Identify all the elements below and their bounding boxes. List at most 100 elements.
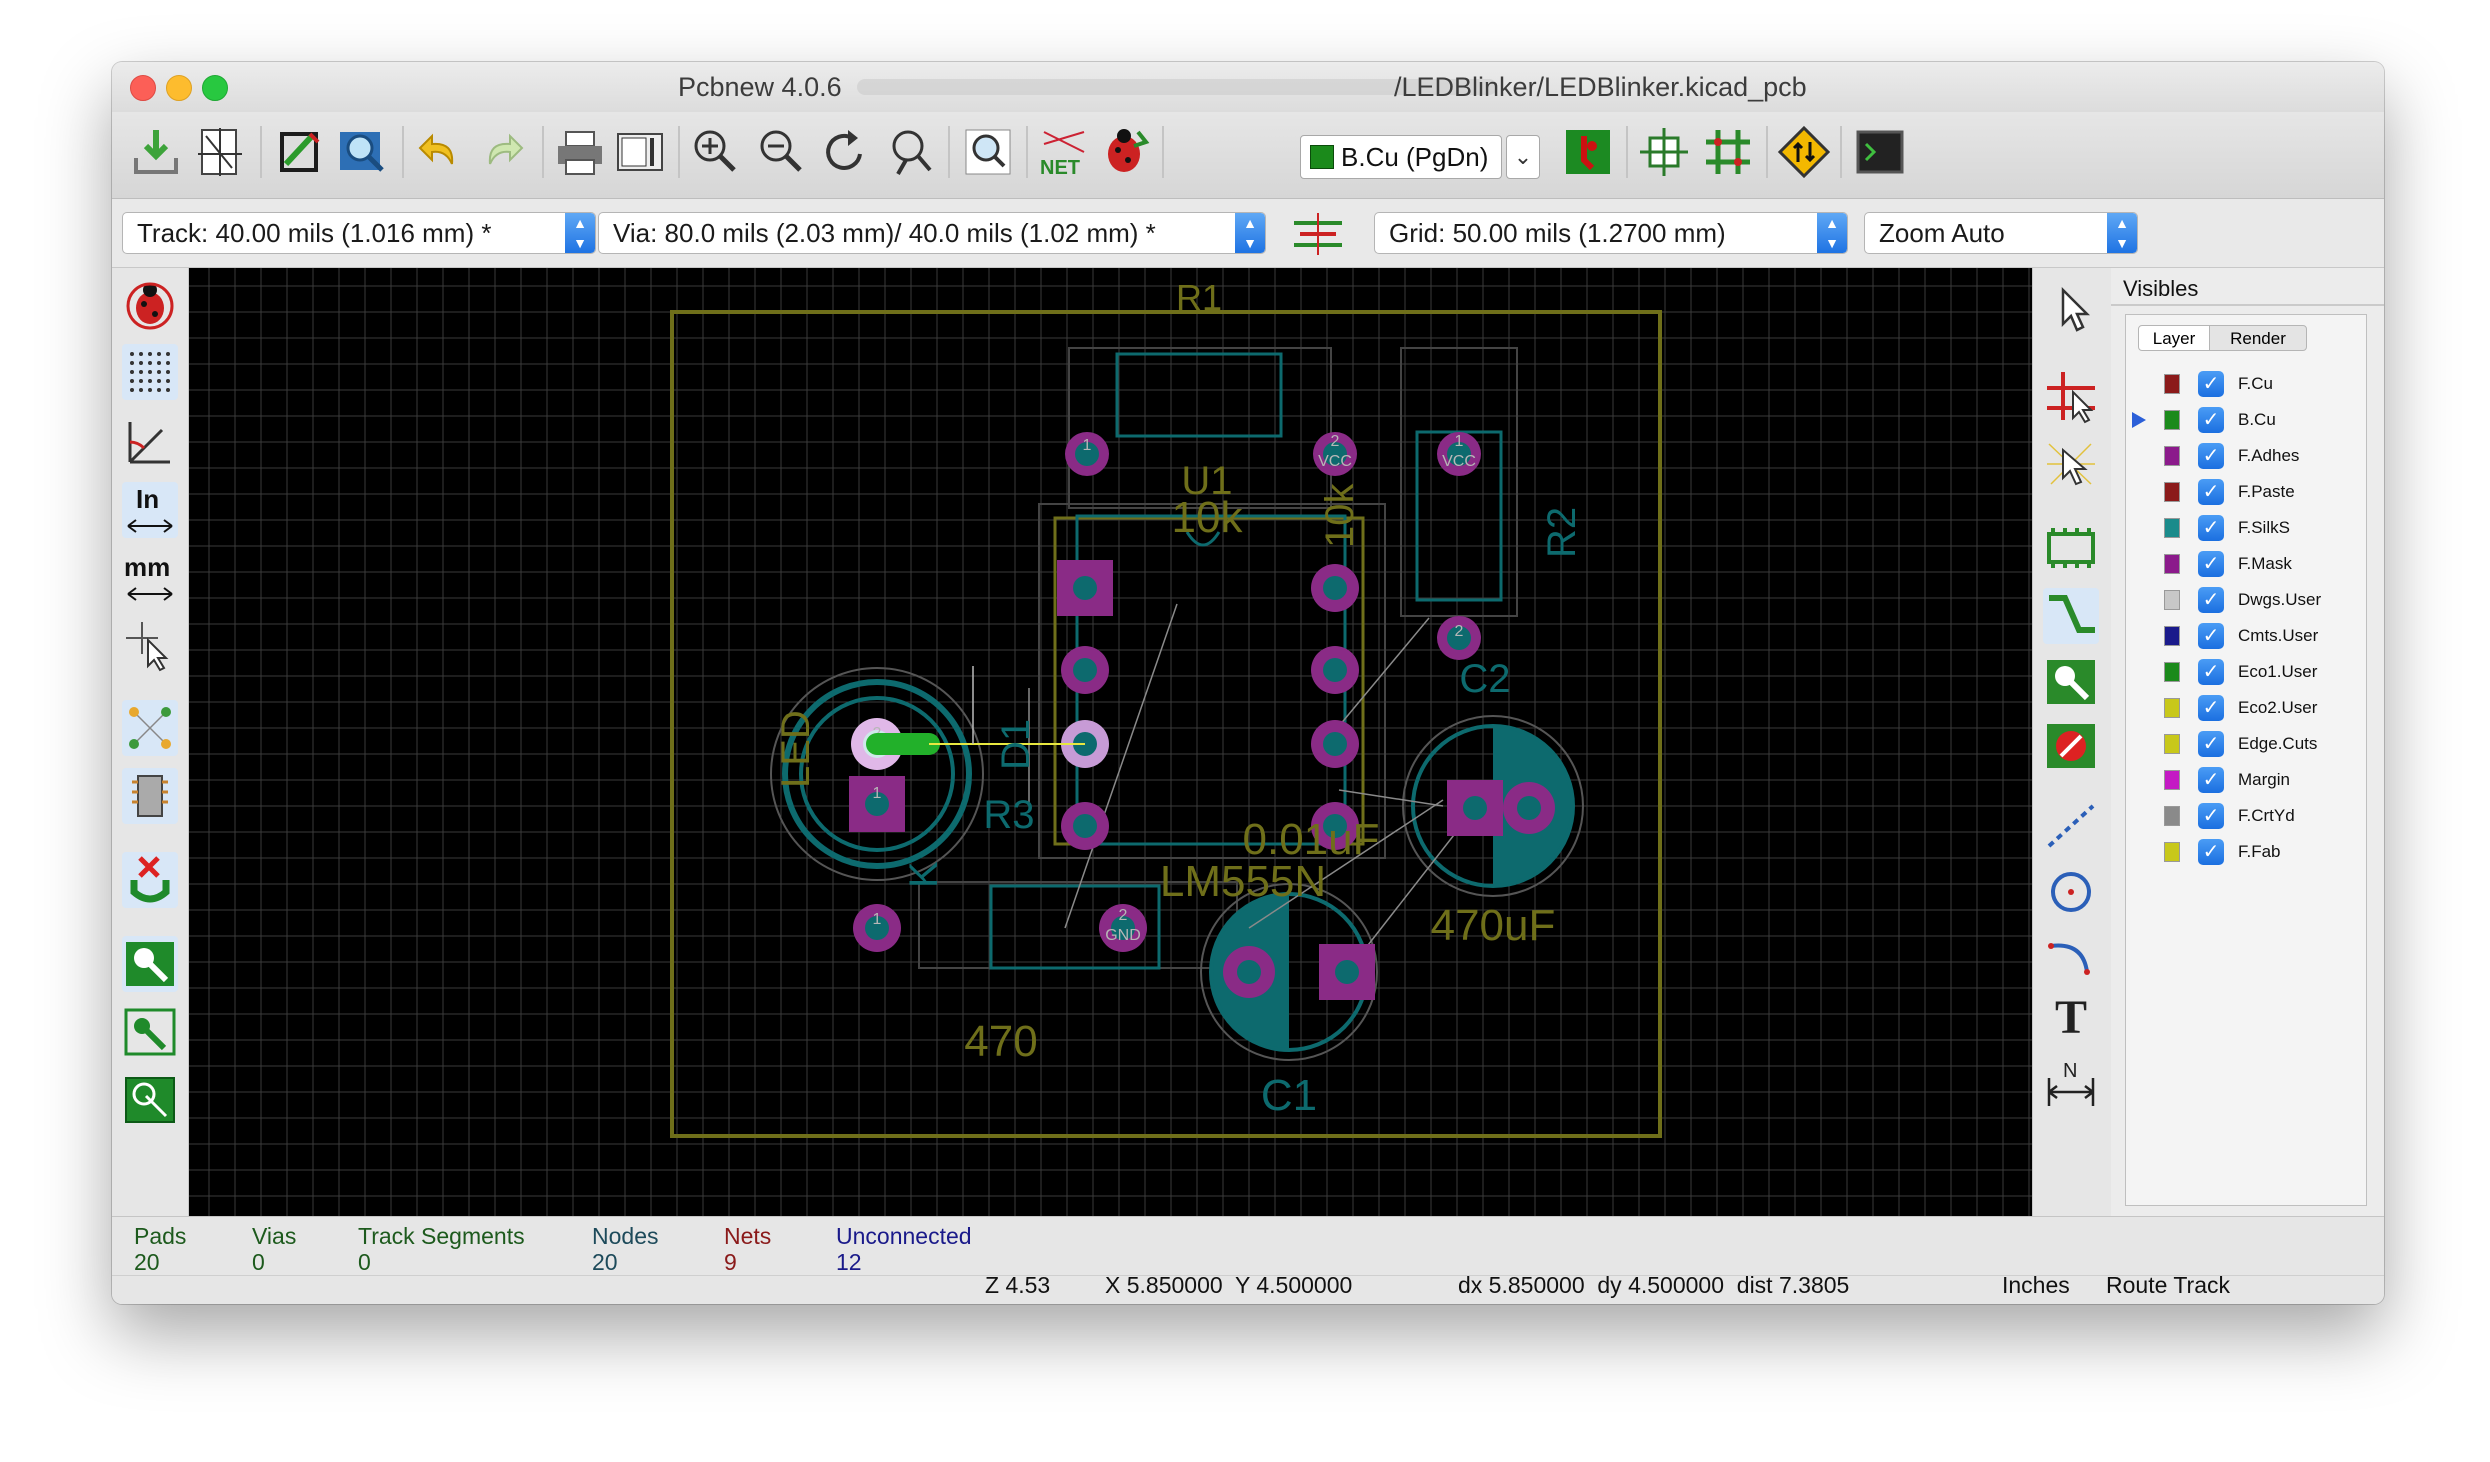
auto-track-width-icon[interactable] <box>1290 209 1346 259</box>
route-track-icon[interactable] <box>2043 588 2099 644</box>
footprint-editor-icon[interactable] <box>272 124 328 180</box>
layer-visibility-checkbox[interactable]: ✓ <box>2198 479 2224 505</box>
scripting-icon[interactable] <box>1852 124 1908 180</box>
layer-color-swatch[interactable] <box>2164 410 2180 430</box>
add-dimension-icon[interactable]: N <box>2043 1058 2099 1114</box>
layer-row[interactable]: ✓ F.Cu <box>2126 367 2366 401</box>
drc-icon[interactable] <box>1098 124 1154 180</box>
redraw-icon[interactable] <box>818 124 874 180</box>
layer-select-dropdown[interactable]: B.Cu (PgDn) <box>1300 135 1502 179</box>
zone-sketch-icon[interactable] <box>122 1072 178 1128</box>
layer-visibility-checkbox[interactable]: ✓ <box>2198 839 2224 865</box>
undo-icon[interactable] <box>412 124 468 180</box>
keepout-icon[interactable] <box>2043 718 2099 774</box>
layer-visibility-checkbox[interactable]: ✓ <box>2198 407 2224 433</box>
zoom-window-button[interactable] <box>202 75 228 101</box>
layer-visibility-checkbox[interactable]: ✓ <box>2198 767 2224 793</box>
layer-color-swatch[interactable] <box>2164 374 2180 394</box>
add-zone-icon[interactable] <box>2043 654 2099 710</box>
layer-color-swatch[interactable] <box>2164 734 2180 754</box>
auto-delete-track-icon[interactable] <box>122 852 178 908</box>
units-inches-icon[interactable]: In <box>122 482 178 538</box>
grid-icon[interactable] <box>122 344 178 400</box>
layer-visibility-checkbox[interactable]: ✓ <box>2198 371 2224 397</box>
layer-visibility-checkbox[interactable]: ✓ <box>2198 551 2224 577</box>
minimize-window-button[interactable] <box>166 75 192 101</box>
local-ratsnest-icon[interactable] <box>2043 436 2099 492</box>
layer-color-swatch[interactable] <box>2164 806 2180 826</box>
layer-color-swatch[interactable] <box>2164 590 2180 610</box>
find-icon[interactable] <box>960 124 1016 180</box>
zoom-in-icon[interactable] <box>686 124 742 180</box>
layer-color-swatch[interactable] <box>2164 770 2180 790</box>
ratsnest-icon[interactable] <box>122 700 178 756</box>
units-mm-icon[interactable]: mm <box>122 550 178 606</box>
layer-color-swatch[interactable] <box>2164 482 2180 502</box>
module-ratsnest-icon[interactable] <box>122 768 178 824</box>
layer-row[interactable]: ✓ B.Cu <box>2126 403 2366 437</box>
layer-color-swatch[interactable] <box>2164 662 2180 682</box>
redo-icon[interactable] <box>474 124 530 180</box>
library-browser-icon[interactable] <box>334 124 390 180</box>
layer-visibility-checkbox[interactable]: ✓ <box>2198 695 2224 721</box>
tab-layer[interactable]: Layer <box>2138 325 2210 351</box>
zoom-select[interactable]: Zoom Auto ▲ ▼ <box>1864 212 2138 254</box>
layer-pair-icon[interactable] <box>1560 124 1616 180</box>
layer-row[interactable]: ✓ F.Adhes <box>2126 439 2366 473</box>
page-settings-icon[interactable] <box>192 124 248 180</box>
polar-coords-icon[interactable] <box>122 414 178 470</box>
layer-visibility-checkbox[interactable]: ✓ <box>2198 659 2224 685</box>
layer-color-swatch[interactable] <box>2164 698 2180 718</box>
layer-visibility-checkbox[interactable]: ✓ <box>2198 587 2224 613</box>
layer-row[interactable]: ✓ Eco2.User <box>2126 691 2366 725</box>
layer-color-swatch[interactable] <box>2164 446 2180 466</box>
add-footprint-icon[interactable] <box>2043 520 2099 576</box>
cursor-shape-icon[interactable] <box>122 618 178 674</box>
open-icon[interactable] <box>128 124 184 180</box>
layer-color-swatch[interactable] <box>2164 554 2180 574</box>
layer-color-swatch[interactable] <box>2164 518 2180 538</box>
zone-fill-icon[interactable] <box>122 936 178 992</box>
plot-icon[interactable] <box>612 124 668 180</box>
print-icon[interactable] <box>552 124 608 180</box>
add-arc-icon[interactable] <box>2043 928 2099 984</box>
layer-row[interactable]: ✓ Edge.Cuts <box>2126 727 2366 761</box>
layer-color-swatch[interactable] <box>2164 842 2180 862</box>
layer-row[interactable]: ✓ F.Mask <box>2126 547 2366 581</box>
pcb-canvas[interactable]: 1 2 VCC 1 VCC 2 2 1 1 2 GND R1 U1 10k <box>189 268 2032 1216</box>
microwave-icon[interactable] <box>1776 124 1832 180</box>
layer-row[interactable]: ✓ F.CrtYd <box>2126 799 2366 833</box>
via-size-select[interactable]: Via: 80.0 mils (2.03 mm)/ 40.0 mils (1.0… <box>598 212 1266 254</box>
layer-visibility-checkbox[interactable]: ✓ <box>2198 515 2224 541</box>
layer-visibility-checkbox[interactable]: ✓ <box>2198 443 2224 469</box>
autoplace-icon[interactable] <box>1636 124 1692 180</box>
zone-outline-icon[interactable] <box>122 1004 178 1060</box>
add-circle-icon[interactable] <box>2043 864 2099 920</box>
close-window-button[interactable] <box>130 75 156 101</box>
chevron-down-icon[interactable]: ⌄ <box>1506 135 1540 179</box>
layer-row[interactable]: ✓ Cmts.User <box>2126 619 2366 653</box>
layer-visibility-checkbox[interactable]: ✓ <box>2198 803 2224 829</box>
add-text-icon[interactable]: T <box>2043 990 2099 1046</box>
layer-visibility-checkbox[interactable]: ✓ <box>2198 623 2224 649</box>
layer-row[interactable]: ✓ F.Paste <box>2126 475 2366 509</box>
add-line-icon[interactable] <box>2043 798 2099 854</box>
track-width-select[interactable]: Track: 40.00 mils (1.016 mm) * ▲ ▼ <box>122 212 596 254</box>
zoom-out-icon[interactable] <box>752 124 808 180</box>
layer-row[interactable]: ✓ Eco1.User <box>2126 655 2366 689</box>
grid-select[interactable]: Grid: 50.00 mils (1.2700 mm) ▲ ▼ <box>1374 212 1848 254</box>
autoroute-icon[interactable] <box>1700 124 1756 180</box>
zoom-fit-icon[interactable] <box>882 124 938 180</box>
drc-off-icon[interactable] <box>122 276 178 332</box>
layer-row[interactable]: ✓ F.SilkS <box>2126 511 2366 545</box>
layer-color-swatch[interactable] <box>2164 626 2180 646</box>
layer-row[interactable]: ✓ Margin <box>2126 763 2366 797</box>
tab-render[interactable]: Render <box>2209 325 2307 351</box>
layer-row[interactable]: ✓ Dwgs.User <box>2126 583 2366 617</box>
layer-visibility-checkbox[interactable]: ✓ <box>2198 731 2224 757</box>
netlist-icon[interactable]: NET <box>1036 124 1092 180</box>
pcb-drawing[interactable]: 1 2 VCC 1 VCC 2 2 1 1 2 GND R1 U1 10k <box>189 268 2032 1216</box>
highlight-net-icon[interactable] <box>2043 368 2099 424</box>
layer-row[interactable]: ✓ F.Fab <box>2126 835 2366 869</box>
select-arrow-icon[interactable] <box>2043 282 2099 338</box>
